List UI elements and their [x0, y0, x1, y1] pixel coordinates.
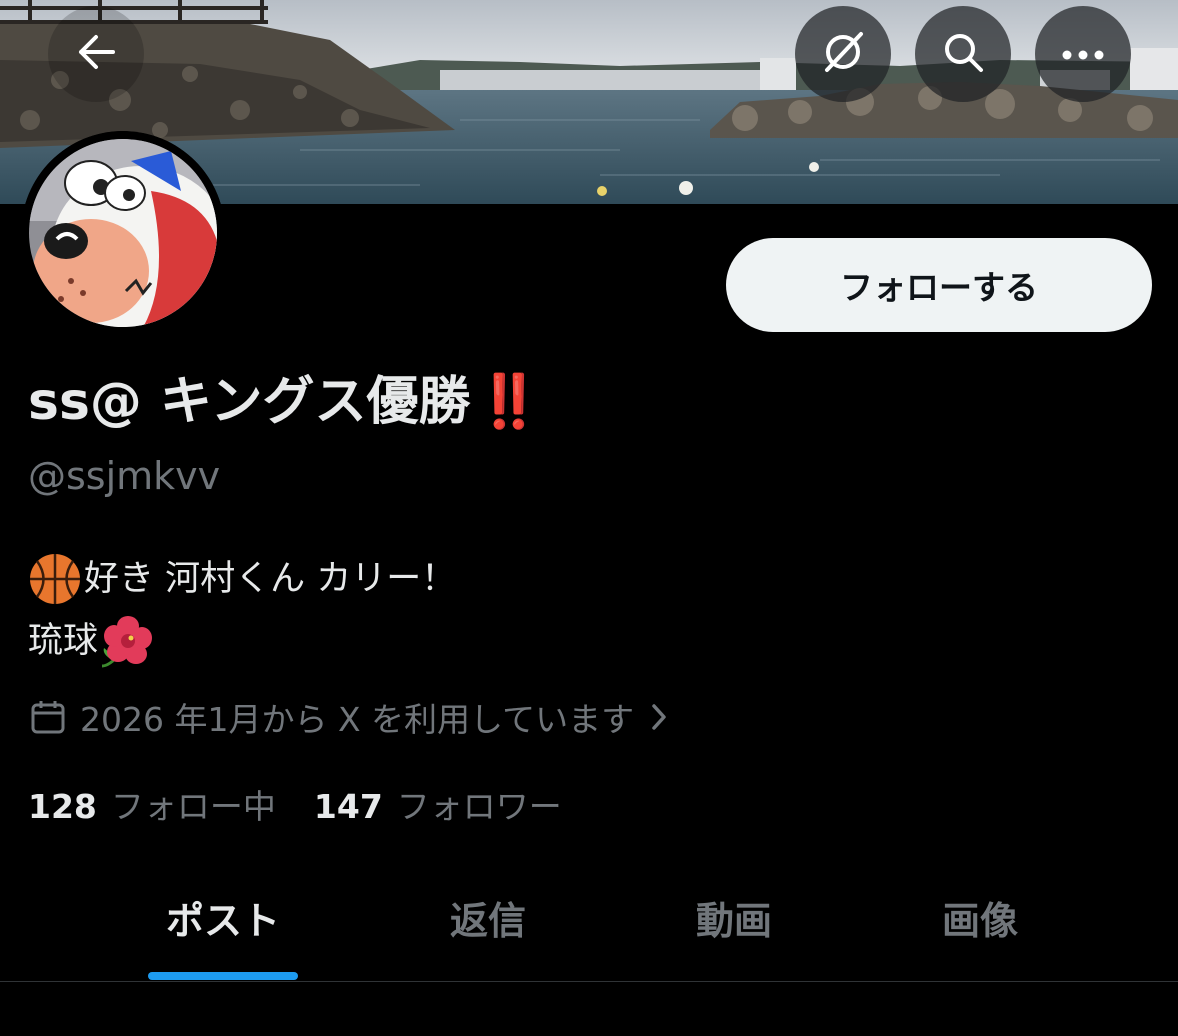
tab-images-label: 画像 [941, 899, 1018, 943]
chevron-right-icon [650, 702, 668, 732]
profile-bio: 好き 河村くん カリー！ 琉球 [28, 548, 456, 672]
follow-button[interactable]: フォローする [726, 238, 1152, 332]
hibiscus-emoji-icon [98, 614, 153, 668]
tab-posts-label: ポスト [165, 899, 280, 943]
joined-date-row[interactable]: 2026 年1月から X を利用しています [30, 692, 668, 742]
avatar-image [21, 131, 225, 335]
display-name-text: ss@ キングス優勝 [28, 372, 471, 432]
user-handle: @ssjmkvv [28, 454, 221, 498]
following-count: 128 [28, 787, 97, 826]
display-name: ss@ キングス優勝 ‼️ [28, 366, 541, 438]
joined-date-text: 2026 年1月から X を利用しています [80, 700, 635, 739]
search-button[interactable] [915, 6, 1011, 102]
following-label: フォロー中 [110, 787, 276, 826]
back-button[interactable] [48, 6, 144, 102]
more-button[interactable] [1035, 6, 1131, 102]
grok-button[interactable] [795, 6, 891, 102]
avatar[interactable] [21, 131, 225, 335]
followers-link[interactable]: 147 フォロワー [314, 780, 562, 828]
arrow-left-icon [76, 34, 116, 74]
following-link[interactable]: 128 フォロー中 [28, 780, 276, 828]
bio-line-1: 好き 河村くん カリー！ [28, 548, 456, 610]
profile-tabs: ポスト 返信 動画 画像 [0, 860, 1178, 980]
grok-icon [821, 30, 865, 78]
follow-stats: 128 フォロー中 147 フォロワー [28, 780, 562, 828]
bio-text-1: 好き 河村くん カリー！ [84, 559, 457, 599]
followers-label: フォロワー [396, 787, 562, 826]
basketball-emoji-icon [28, 552, 82, 606]
followers-count: 147 [313, 787, 383, 826]
active-tab-indicator [148, 972, 298, 980]
tab-videos-label: 動画 [695, 899, 772, 943]
search-icon [942, 31, 984, 77]
tabs-divider [0, 981, 1178, 982]
more-horizontal-icon [1061, 45, 1105, 64]
tab-replies-label: 返信 [449, 899, 526, 943]
bio-text-2: 琉球 [28, 621, 99, 661]
bio-line-2: 琉球 [28, 610, 456, 672]
double-exclamation-emoji: ‼️ [476, 372, 542, 432]
calendar-icon [30, 699, 66, 735]
